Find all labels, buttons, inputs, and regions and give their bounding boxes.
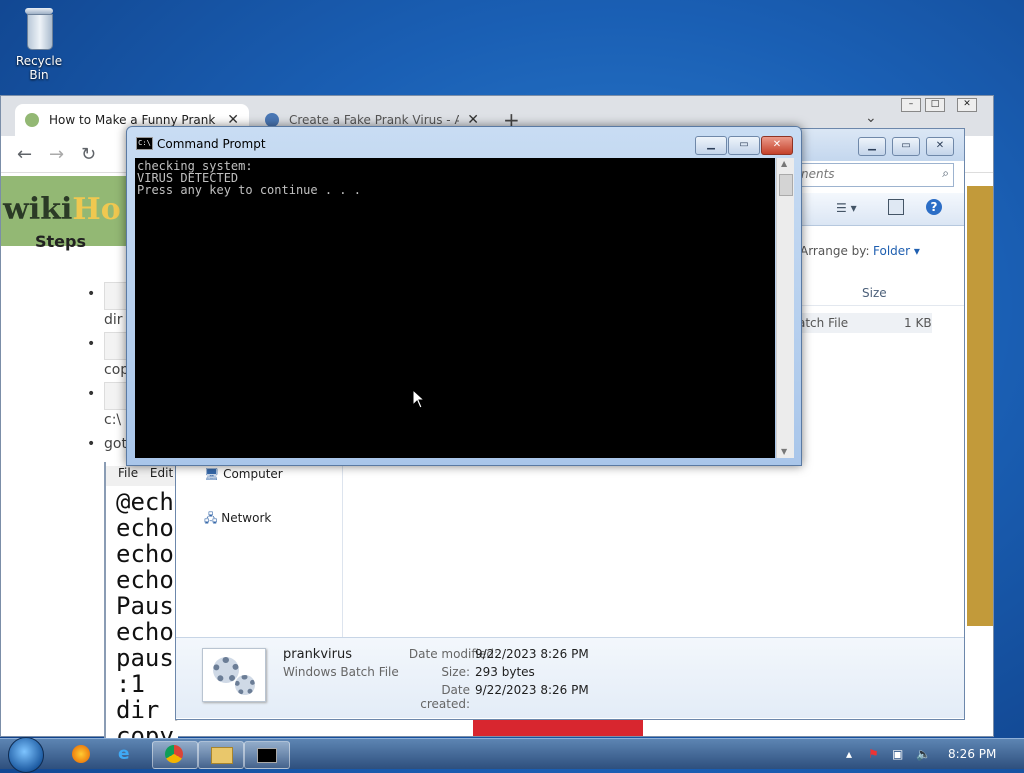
code-box [104,382,128,410]
side-image-strip [967,186,993,626]
site-favicon-icon [265,113,279,127]
clock[interactable]: 8:26 PM [948,747,996,761]
show-hidden-icons-icon[interactable]: ▴ [846,747,852,761]
notepad-window: File Edit @ech echo echo echo Paus echo … [104,462,178,738]
code-box [104,332,128,360]
command-prompt-window: C:\ Command Prompt ▁ ▭ ✕ checking system… [126,126,802,466]
view-options-icon[interactable]: ☰ ▾ [836,201,857,215]
network-tray-icon[interactable]: ▣ [892,747,903,761]
code-line: paus [116,644,174,672]
back-arrow-icon[interactable]: ← [17,144,32,165]
taskbar-chrome[interactable] [152,741,198,769]
volume-icon[interactable]: 🔈 [916,747,931,761]
minimize-button[interactable]: – [901,98,921,112]
code-line: echo [116,540,174,568]
column-header-row: Size [798,281,964,306]
maximize-button[interactable]: ▭ [892,137,920,156]
maximize-button[interactable]: □ [925,98,945,112]
scroll-up-icon[interactable]: ▲ [781,159,787,168]
file-type-cell: atch File [798,316,849,330]
computer-icon: 🖥 [204,467,220,481]
console-output[interactable]: checking system: VIRUS DETECTED Press an… [135,158,775,458]
tab-title: How to Make a Funny Prank Viru [49,113,219,127]
scrollbar-thumb[interactable] [779,174,793,196]
cmd-icon [257,748,277,763]
reload-icon[interactable]: ↻ [81,144,96,165]
bullet: • [87,386,96,402]
window-title: Command Prompt [157,137,266,151]
steps-heading: Steps [35,232,86,251]
column-size[interactable]: Size [862,286,887,300]
folder-icon [211,747,233,764]
code-line: copy c:\tmp.bat [116,722,178,738]
console-line: Press any key to continue . . . [137,183,361,197]
bullet: • [87,436,96,452]
arrange-by-label: Arrange by: [800,244,870,258]
recycle-bin-label: Recycle Bin [15,54,63,82]
taskbar-explorer[interactable] [198,741,244,769]
code-line: echo [116,514,174,542]
file-type: Windows Batch File [283,665,399,679]
wikihow-favicon-icon [25,113,39,127]
internet-explorer-icon: e [118,744,130,764]
preview-pane-icon[interactable] [888,199,904,215]
bullet-text: got [104,436,127,452]
code-line: echo [116,566,174,594]
maximize-button[interactable]: ▭ [728,136,760,155]
modified-value: 9/22/2023 8:26 PM [475,647,589,661]
help-icon[interactable]: ? [926,199,942,215]
close-button[interactable]: ✕ [926,137,954,156]
code-line: echo [116,618,174,646]
nav-item-computer[interactable]: 🖥 Computer [204,467,283,481]
tab-search-chevron-icon[interactable]: ⌄ [865,110,877,126]
bullet-text: dir [104,312,123,328]
chrome-icon [165,745,183,763]
code-line: @ech [116,488,174,516]
batch-file-gear-icon [202,648,266,702]
cmd-icon: C:\ [136,137,153,150]
taskbar: e ▴ ⚑ ▣ 🔈 8:26 PM [0,737,1024,773]
scroll-down-icon[interactable]: ▼ [781,447,787,456]
action-center-flag-icon[interactable]: ⚑ [868,747,879,761]
code-line: dir /s [116,696,178,724]
taskbar-ie[interactable]: e [106,741,150,767]
taskbar-firefox[interactable] [60,741,104,767]
nav-item-network[interactable]: 🖧 Network [204,509,271,530]
code-box [104,282,128,310]
wikihow-logo[interactable]: wikiHo [3,192,121,227]
file-size-cell: 1 KB [904,316,932,330]
bullet: • [87,336,96,352]
taskbar-cmd[interactable] [244,741,290,769]
file-name: prankvirus [283,647,352,662]
bullet: • [87,286,96,302]
notepad-menubar: File Edit [106,466,178,486]
code-line: Paus [116,592,174,620]
file-row[interactable]: atch File 1 KB [798,313,932,333]
search-icon: ⌕ [942,166,949,180]
menu-edit[interactable]: Edit [150,466,173,480]
created-label: Date created: [420,683,470,711]
vertical-scrollbar[interactable]: ▲ ▼ [776,158,794,458]
code-line: :1 [116,670,145,698]
search-input[interactable]: nents ⌕ [796,163,954,187]
menu-file[interactable]: File [118,466,138,480]
trash-icon [23,8,55,50]
forward-arrow-icon[interactable]: → [49,144,64,165]
recycle-bin-icon[interactable]: Recycle Bin [6,6,72,82]
minimize-button[interactable]: ▁ [695,136,727,155]
minimize-button[interactable]: ▁ [858,137,886,156]
firefox-icon [72,745,90,763]
created-value: 9/22/2023 8:26 PM [475,683,589,697]
size-label: Size: [441,665,470,679]
network-icon: 🖧 [204,511,218,525]
size-value: 293 bytes [475,665,535,679]
close-button[interactable]: ✕ [957,98,977,112]
bullet-text: c:\ [104,412,122,428]
tab-title: Create a Fake Prank Virus - Awe [289,113,460,127]
details-pane: prankvirus Windows Batch File Date modif… [176,637,964,718]
mouse-cursor-icon [412,389,426,409]
close-button[interactable]: ✕ [761,136,793,155]
arrange-by-dropdown[interactable]: Folder ▾ [873,244,920,258]
